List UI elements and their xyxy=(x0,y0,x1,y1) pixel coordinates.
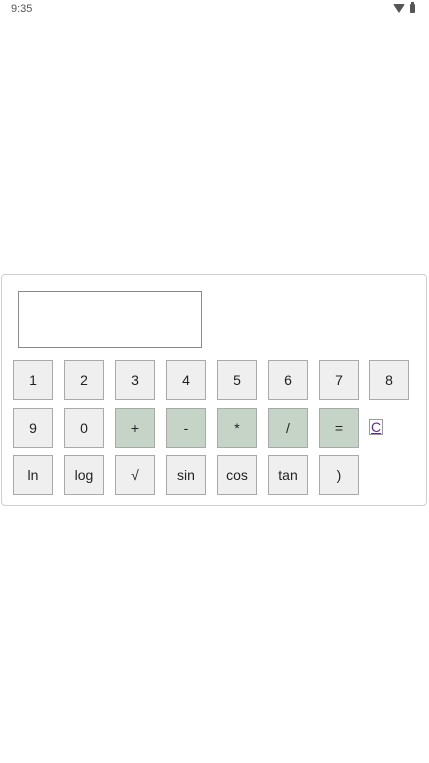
key-4[interactable]: 4 xyxy=(166,360,206,400)
tan-button[interactable]: tan xyxy=(268,455,308,495)
key-3[interactable]: 3 xyxy=(115,360,155,400)
multiply-button[interactable]: * xyxy=(217,408,257,448)
key-1[interactable]: 1 xyxy=(13,360,53,400)
close-paren-button[interactable]: ) xyxy=(319,455,359,495)
battery-icon xyxy=(410,2,415,13)
key-6[interactable]: 6 xyxy=(268,360,308,400)
status-bar: 9:35 xyxy=(0,0,429,20)
plus-button[interactable]: + xyxy=(115,408,155,448)
key-5[interactable]: 5 xyxy=(217,360,257,400)
calculator-panel: 1 2 3 4 5 6 7 8 9 0 + - * / = C ln log √… xyxy=(1,274,427,506)
key-2[interactable]: 2 xyxy=(64,360,104,400)
sqrt-button[interactable]: √ xyxy=(115,455,155,495)
key-9[interactable]: 9 xyxy=(13,408,53,448)
key-0[interactable]: 0 xyxy=(64,408,104,448)
key-8[interactable]: 8 xyxy=(369,360,409,400)
sin-button[interactable]: sin xyxy=(166,455,206,495)
wifi-icon xyxy=(393,4,405,13)
calculator-display[interactable] xyxy=(18,291,202,348)
log-button[interactable]: log xyxy=(64,455,104,495)
divide-button[interactable]: / xyxy=(268,408,308,448)
clear-link[interactable]: C xyxy=(369,419,384,435)
status-time: 9:35 xyxy=(11,3,33,15)
cos-button[interactable]: cos xyxy=(217,455,257,495)
minus-button[interactable]: - xyxy=(166,408,206,448)
equals-button[interactable]: = xyxy=(319,408,359,448)
key-7[interactable]: 7 xyxy=(319,360,359,400)
ln-button[interactable]: ln xyxy=(13,455,53,495)
